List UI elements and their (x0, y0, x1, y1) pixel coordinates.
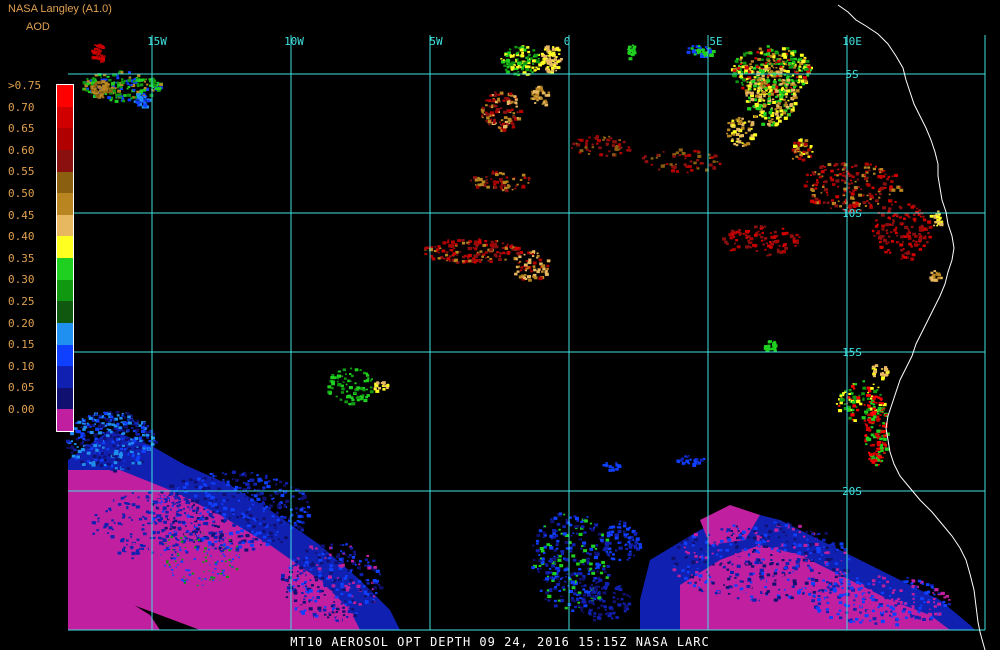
color-scale-label: 0.65 (8, 122, 35, 136)
latitude-label: 15S (842, 346, 862, 359)
color-scale-label: 0.00 (8, 403, 35, 416)
color-scale-bar (56, 84, 74, 432)
color-scale-swatch (57, 128, 73, 150)
aod-map-viewer: 15W 10W 5W 0 5E 10E 5S 10S 15S 20S NASA Langley (… (0, 0, 1000, 650)
longitude-label: 5E (709, 35, 722, 48)
color-scale-label: 0.35 (8, 251, 35, 265)
color-scale-swatch (57, 409, 73, 431)
color-scale-swatch (57, 214, 73, 237)
color-scale-label: 0.45 (8, 208, 35, 222)
longitude-label: 5W (429, 35, 443, 48)
color-scale-label: 0.10 (8, 359, 35, 373)
product-parameter: AOD (26, 21, 50, 33)
color-scale-swatch (57, 301, 73, 323)
longitude-label: 10E (842, 35, 862, 48)
color-scale-swatch (57, 344, 73, 367)
color-scale-label: 0.50 (8, 187, 35, 200)
longitude-label: 15W (147, 35, 167, 48)
aerosol-layer (65, 43, 975, 630)
color-scale-swatch (57, 322, 73, 345)
color-scale-swatch (57, 387, 73, 410)
color-scale-label: 0.05 (8, 381, 35, 395)
color-scale-swatch (57, 149, 73, 172)
color-scale-swatch (57, 279, 73, 302)
color-scale-swatch (57, 366, 73, 388)
color-scale-label: 0.20 (8, 316, 35, 330)
latitude-label: 5S (845, 68, 858, 81)
color-scale-label: 0.60 (8, 143, 35, 157)
color-scale-swatch (57, 193, 73, 215)
color-scale-label: 0.70 (8, 100, 35, 114)
color-scale-swatch (57, 171, 73, 194)
latitude-label: 10S (842, 207, 862, 220)
color-scale-label: >0.75 (8, 79, 42, 92)
color-scale-label: 0.15 (8, 338, 35, 352)
color-scale-swatch (57, 85, 73, 107)
color-scale-label: 0.55 (8, 165, 35, 179)
color-scale-swatch (57, 106, 73, 129)
latitude-label: 20S (842, 485, 862, 498)
color-scale-label: 0.40 (8, 230, 35, 244)
coastline (837, 4, 986, 650)
longitude-label: 0 (564, 35, 571, 48)
color-scale-label: 0.30 (8, 273, 35, 287)
color-scale-label: 0.25 (8, 295, 35, 308)
footer-caption: MT10 AEROSOL OPT DEPTH 09 24, 2016 15:15… (290, 635, 710, 649)
map-canvas: 15W 10W 5W 0 5E 10E 5S 10S 15S 20S (65, 4, 986, 650)
product-title: NASA Langley (A1.0) (8, 3, 112, 15)
color-scale-swatch (57, 236, 73, 258)
color-scale-swatch (57, 258, 73, 280)
longitude-label: 10W (284, 35, 304, 48)
